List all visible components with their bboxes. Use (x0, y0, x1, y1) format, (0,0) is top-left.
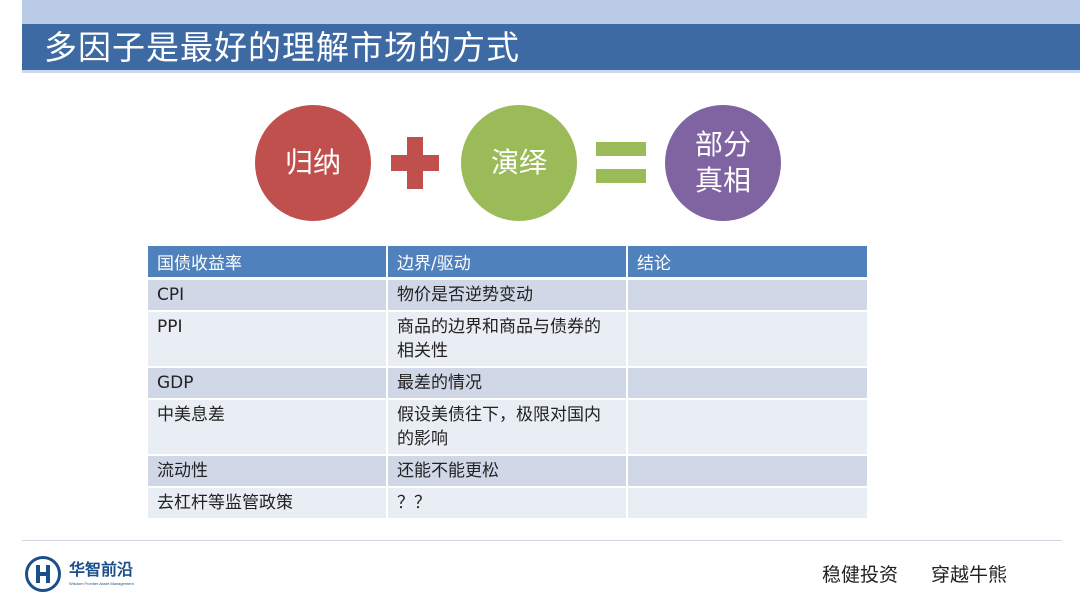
factor-cell: 流动性 (148, 455, 388, 488)
table-row: CPI 物价是否逆势变动 (148, 278, 867, 312)
company-logo-icon (25, 556, 61, 592)
column-header: 国债收益率 (148, 246, 388, 280)
slogan-through-cycles: 穿越牛熊 (931, 564, 1008, 586)
induction-circle: 归纳 (255, 105, 371, 221)
table-header-row: 国债收益率 边界/驱动 结论 (148, 246, 867, 280)
conclusion-cell (627, 455, 867, 488)
deduction-label: 演绎 (490, 146, 547, 179)
equals-icon (596, 142, 646, 156)
plus-icon-bar (391, 155, 439, 171)
table-row: GDP 最差的情况 (148, 367, 867, 400)
equals-icon-bar (596, 169, 646, 183)
factor-cell: GDP (148, 367, 388, 400)
column-header: 边界/驱动 (387, 246, 628, 280)
footer-divider (22, 540, 1062, 541)
slide-title: 多因子是最好的理解市场的方式 (44, 28, 520, 67)
partial-truth-circle: 部分 真相 (665, 105, 781, 221)
column-header: 结论 (627, 246, 867, 280)
conclusion-cell (627, 367, 867, 400)
partial-truth-label: 部分 真相 (694, 128, 751, 197)
company-subtitle: Wisdom Frontier Asset Management (69, 581, 134, 586)
driver-cell: 物价是否逆势变动 (387, 278, 628, 312)
conclusion-cell (627, 278, 867, 312)
table-row: 去杠杆等监管政策 ？？ (148, 487, 867, 520)
factor-cell: PPI (148, 311, 388, 368)
company-name: 华智前沿 (69, 560, 134, 579)
table-row: 流动性 还能不能更松 (148, 455, 867, 488)
factor-cell: CPI (148, 278, 388, 312)
header-band (22, 0, 1080, 24)
driver-cell: 商品的边界和商品与债券的相关性 (387, 311, 628, 368)
logo-h-icon (36, 565, 50, 583)
driver-cell: ？？ (387, 487, 628, 520)
deduction-circle: 演绎 (461, 105, 577, 221)
table-row: PPI 商品的边界和商品与债券的相关性 (148, 311, 867, 368)
slogan-steady-investing: 稳健投资 (822, 564, 899, 586)
factor-cell: 去杠杆等监管政策 (148, 487, 388, 520)
driver-cell: 假设美债往下，极限对国内的影响 (387, 399, 628, 456)
factor-table: 国债收益率 边界/驱动 结论 CPI 物价是否逆势变动 PPI 商品的边界和商品… (148, 246, 867, 520)
driver-cell: 最差的情况 (387, 367, 628, 400)
table-row: 中美息差 假设美债往下，极限对国内的影响 (148, 399, 867, 456)
conclusion-cell (627, 311, 867, 368)
factor-cell: 中美息差 (148, 399, 388, 456)
conclusion-cell (627, 399, 867, 456)
driver-cell: 还能不能更松 (387, 455, 628, 488)
induction-label: 归纳 (284, 146, 341, 179)
conclusion-cell (627, 487, 867, 520)
